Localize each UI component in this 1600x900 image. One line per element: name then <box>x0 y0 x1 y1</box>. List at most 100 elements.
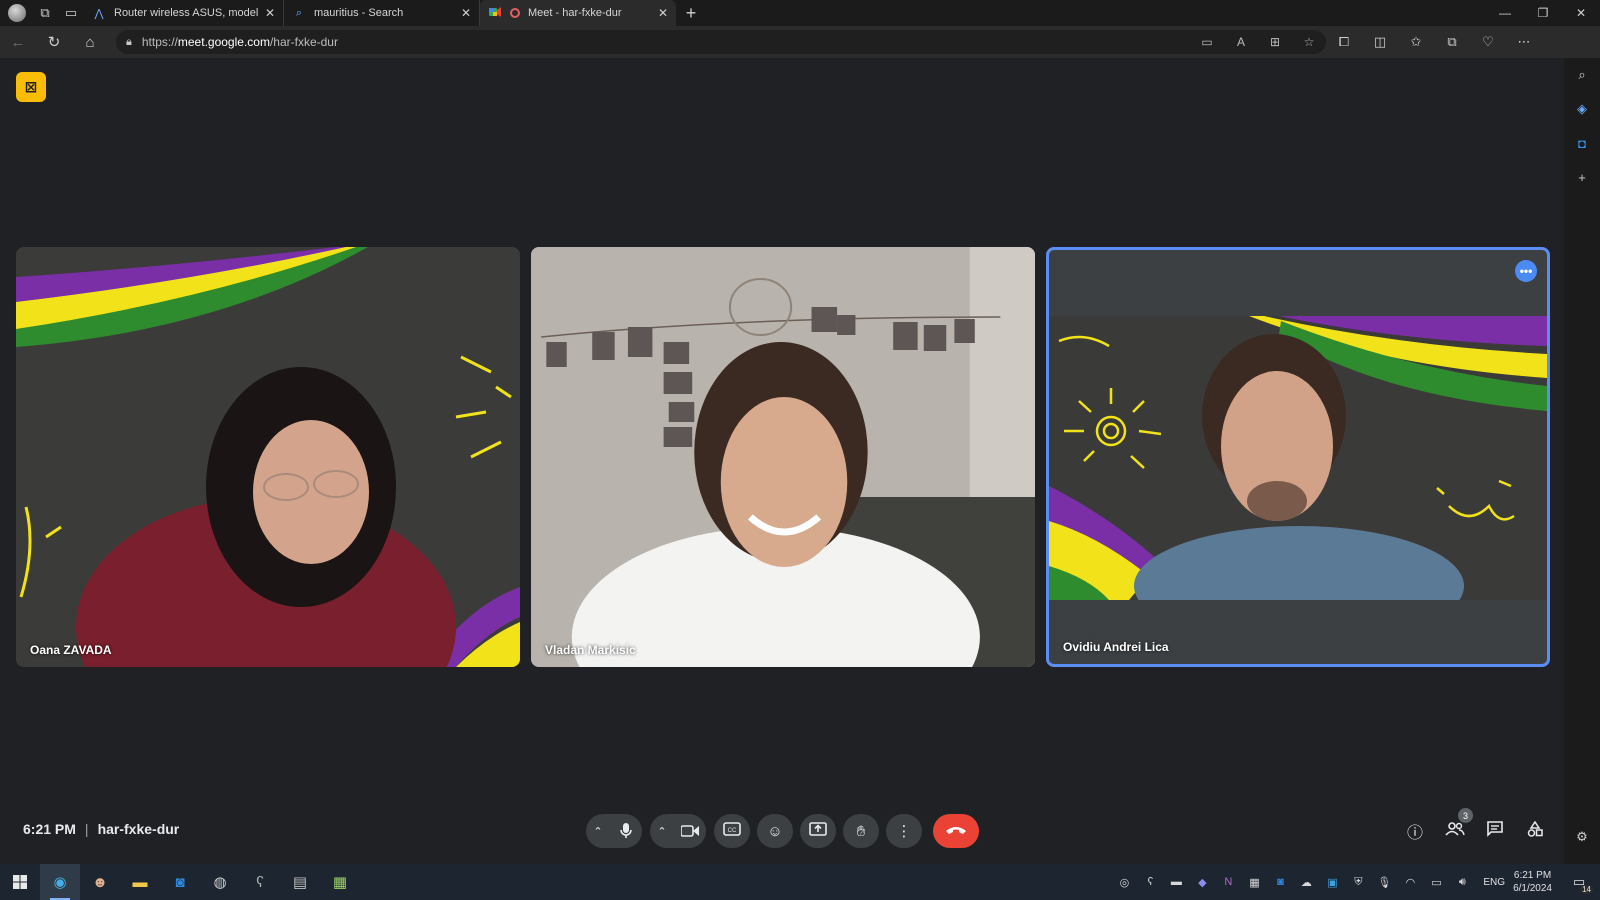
chat-button[interactable] <box>1475 814 1515 848</box>
extensions-icon[interactable]: ⧠ <box>1326 34 1362 50</box>
side-panel-controls: ⓘ 3 <box>1395 808 1555 848</box>
minimize-icon[interactable]: — <box>1486 6 1524 20</box>
participant-count-badge: 3 <box>1458 808 1473 823</box>
notepad-app-icon[interactable]: ▦ <box>320 864 360 900</box>
browser-navbar: ← ↻ ⌂ 🔒︎ https://meet.google.com/har-fxk… <box>0 26 1600 58</box>
profile-avatar[interactable] <box>8 4 26 22</box>
chrome-tray-icon[interactable]: ◎ <box>1111 876 1137 889</box>
bear-tray-icon[interactable]: ʕ <box>1137 876 1163 888</box>
microphone-control: ⌃ <box>586 814 642 848</box>
tab-title: mauritius - Search <box>314 7 404 19</box>
network-drive-tray-icon[interactable]: ▣ <box>1319 876 1345 889</box>
bear-app-icon[interactable]: ʕ <box>240 864 280 900</box>
back-icon[interactable]: ← <box>0 34 36 51</box>
more-options-button[interactable]: ⋮ <box>886 814 922 848</box>
close-icon[interactable]: ✕ <box>658 6 668 20</box>
hand-icon: ✋︎ <box>856 822 866 840</box>
camera-permission-icon[interactable]: ▭ <box>1190 35 1224 49</box>
close-icon[interactable]: ✕ <box>461 6 471 20</box>
folder-tray-icon[interactable]: ▬ <box>1163 876 1189 888</box>
meeting-details-button[interactable]: ⓘ <box>1395 814 1435 848</box>
notifications-icon[interactable]: ▭ 14 <box>1564 874 1594 894</box>
camera-icon[interactable] <box>674 814 706 848</box>
recording-notice-icon[interactable]: ⊠ <box>16 72 46 102</box>
onedrive-tray-icon[interactable]: ☁ <box>1293 876 1319 889</box>
meeting-code[interactable]: har-fxke-dur <box>98 821 180 837</box>
copilot-icon[interactable]: ◈ <box>1564 92 1600 126</box>
close-window-icon[interactable]: ✕ <box>1562 6 1600 20</box>
microphone-icon[interactable] <box>610 814 642 848</box>
participant-tile-active-speaker[interactable]: ••• Ovidiu Andrei Lica <box>1046 247 1550 667</box>
battery-icon[interactable]: ▭ <box>1423 876 1449 889</box>
sidebar-settings-icon[interactable]: ⚙ <box>1564 820 1600 854</box>
split-screen-icon[interactable]: ◫ <box>1362 34 1398 50</box>
raise-hand-button[interactable]: ✋︎ <box>843 814 879 848</box>
printer-app-icon[interactable]: ▤ <box>280 864 320 900</box>
browser-essentials-icon[interactable]: ♡ <box>1470 34 1506 50</box>
volume-icon[interactable]: 🔊︎ <box>1449 876 1475 889</box>
restore-icon[interactable]: ❐ <box>1524 6 1562 20</box>
calendar-tray-icon[interactable]: ▦ <box>1241 876 1267 889</box>
close-icon[interactable]: ✕ <box>265 6 275 20</box>
outlook-tray-icon[interactable]: ◙ <box>1267 876 1293 888</box>
participant-tile[interactable]: Vladan Markisic <box>531 247 1035 667</box>
activities-icon <box>1527 820 1543 842</box>
windows-taskbar: ◉ ☻ ▬ ◙ ◍ ʕ ▤ ▦ ◎ ʕ ▬ ◆ N ▦ ◙ ☁ ▣ ⛨ 🎙︎ ◠… <box>0 864 1600 900</box>
outlook-icon[interactable]: ◘ <box>1564 126 1600 160</box>
collections-icon[interactable]: ⧉ <box>1434 34 1470 50</box>
clock-time: 6:21 PM <box>1513 870 1552 881</box>
more-options-button[interactable]: ••• <box>1515 260 1537 282</box>
sidebar-search-icon[interactable]: ⌕ <box>1564 58 1600 92</box>
participant-name: Oana ZAVADA <box>30 643 112 657</box>
participant-tile[interactable]: Oana ZAVADA <box>16 247 520 667</box>
lock-icon[interactable]: 🔒︎ <box>126 36 132 49</box>
info-icon: ⓘ <box>1406 825 1423 842</box>
tab-actions-icon[interactable]: ▭ <box>58 0 84 26</box>
new-tab-icon[interactable]: + <box>676 3 706 24</box>
hang-up-icon <box>945 822 967 840</box>
url-text[interactable]: https://meet.google.com/har-fxke-dur <box>142 35 338 49</box>
wifi-icon[interactable]: ◠ <box>1397 876 1423 889</box>
menu-icon[interactable]: ⋯ <box>1506 34 1542 50</box>
home-icon[interactable]: ⌂ <box>72 34 108 51</box>
search-icon: ⌕ <box>295 6 303 19</box>
present-screen-button[interactable] <box>800 814 836 848</box>
microphone-tray-icon[interactable]: 🎙︎ <box>1371 876 1397 889</box>
tab-meet[interactable]: Meet - har-fxke-dur ✕ <box>480 0 676 26</box>
favorites-icon[interactable]: ✩ <box>1398 34 1434 50</box>
teams-tray-icon[interactable]: ◆ <box>1189 876 1215 889</box>
security-tray-icon[interactable]: ⛨ <box>1345 876 1371 889</box>
file-explorer-icon[interactable]: ▬ <box>120 864 160 900</box>
call-controls: ⌃ ⌃ CC ☺ ✋︎ ⋮ <box>586 814 979 848</box>
taskbar-clock[interactable]: 6:21 PM 6/1/2024 <box>1513 869 1552 895</box>
avatar-app-icon[interactable]: ☻ <box>80 864 120 900</box>
leave-call-button[interactable] <box>933 814 979 848</box>
sidebar-add-icon[interactable]: + <box>1564 160 1600 194</box>
windows-start-icon[interactable] <box>0 864 40 900</box>
captions-button[interactable]: CC <box>714 814 750 848</box>
activities-button[interactable] <box>1515 814 1555 848</box>
app-install-icon[interactable]: ⊞ <box>1258 35 1292 49</box>
input-language[interactable]: ENG <box>1483 877 1505 888</box>
onenote-tray-icon[interactable]: N <box>1215 876 1241 888</box>
participant-video <box>16 247 520 667</box>
satellite-app-icon[interactable]: ◍ <box>200 864 240 900</box>
address-bar-icons: ▭ A ⊞ ☆ <box>1190 35 1326 49</box>
reactions-button[interactable]: ☺ <box>757 814 793 848</box>
tab-mauritius-search[interactable]: ⌕ mauritius - Search ✕ <box>284 0 480 26</box>
chat-icon <box>1487 820 1503 842</box>
recording-icon <box>510 8 520 18</box>
address-bar[interactable]: 🔒︎ https://meet.google.com/har-fxke-dur … <box>116 30 1326 54</box>
read-aloud-icon[interactable]: A <box>1224 35 1258 49</box>
emoji-icon: ☺ <box>767 822 783 840</box>
present-icon <box>809 822 827 840</box>
video-settings-chevron-icon[interactable]: ⌃ <box>650 825 674 838</box>
audio-settings-chevron-icon[interactable]: ⌃ <box>586 825 610 838</box>
tab-router-asus[interactable]: ⋀ Router wireless ASUS, model RT- ✕ <box>84 0 284 26</box>
edge-app-icon[interactable]: ◉ <box>40 864 80 900</box>
refresh-icon[interactable]: ↻ <box>36 33 72 51</box>
outlook-app-icon[interactable]: ◙ <box>160 864 200 900</box>
workspaces-icon[interactable]: ⧉ <box>32 0 58 26</box>
people-button[interactable]: 3 <box>1435 808 1475 848</box>
favorite-star-icon[interactable]: ☆ <box>1292 35 1326 49</box>
